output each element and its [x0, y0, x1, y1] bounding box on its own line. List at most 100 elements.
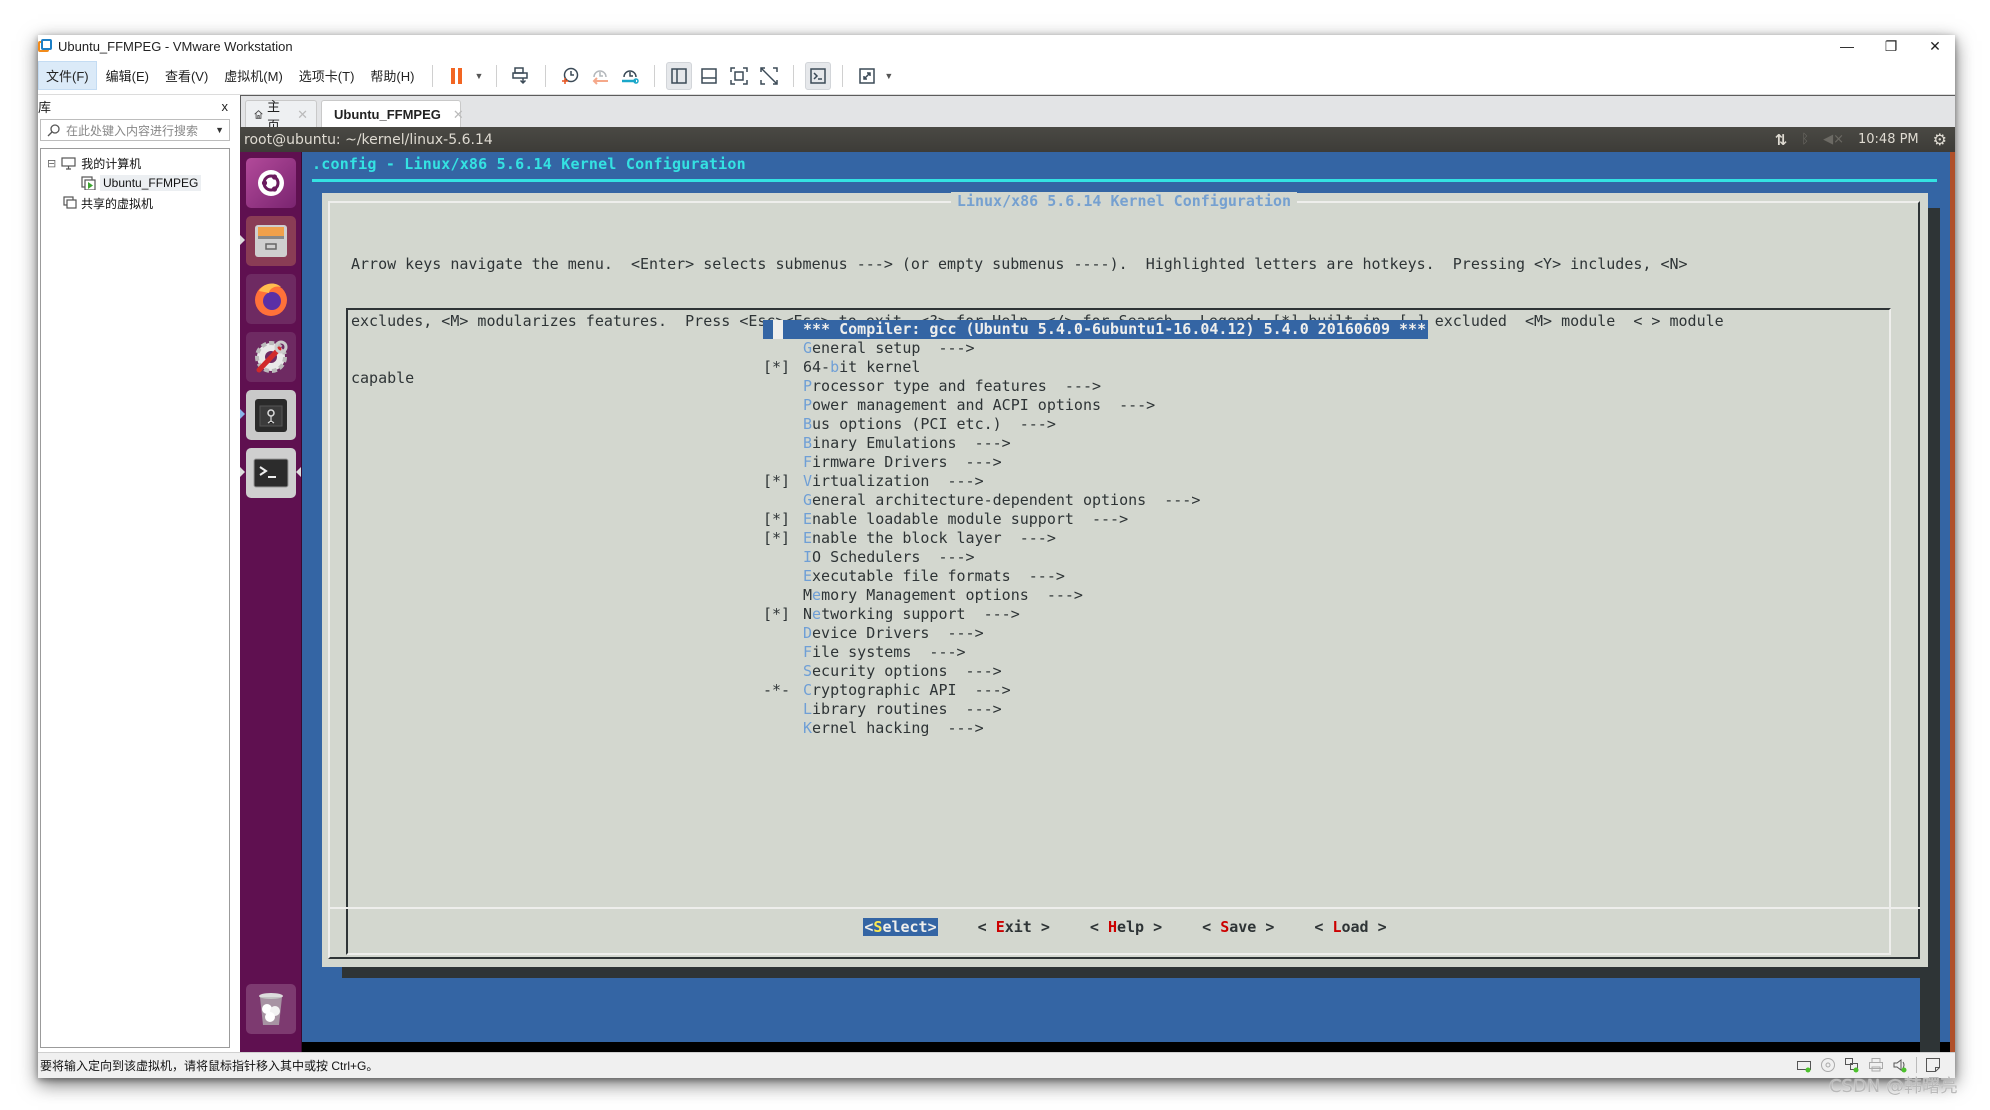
menu-item[interactable]: [*] Enable loadable module support ---> — [763, 510, 1428, 529]
hard-disk-icon[interactable] — [1796, 1057, 1812, 1073]
restore-button[interactable]: ❐ — [1871, 35, 1911, 57]
tab-close-icon[interactable]: ✕ — [453, 107, 464, 123]
tree-item-my-computer[interactable]: ⊟ 我的计算机 — [41, 153, 229, 173]
menu-item[interactable]: *** Compiler: gcc (Ubuntu 5.4.0-6ubuntu1… — [763, 320, 1429, 339]
button-save[interactable]: < Save > — [1202, 918, 1274, 936]
menu-vm[interactable]: 虚拟机(M) — [217, 62, 290, 89]
menu-edit[interactable]: 编辑(E) — [99, 62, 156, 89]
menu-tabs[interactable]: 选项卡(T) — [292, 62, 362, 89]
files-icon[interactable] — [246, 216, 296, 266]
tree-item-ubuntu-ffmpeg[interactable]: Ubuntu_FFMPEG — [41, 173, 229, 193]
hotkey-letter: P — [803, 377, 813, 395]
search-dropdown-icon[interactable]: ▼ — [215, 125, 224, 135]
library-close-button[interactable]: x — [222, 99, 229, 114]
item-label: Power management and ACPI options ---> — [803, 396, 1156, 414]
menu-item[interactable]: General setup ---> — [763, 339, 1428, 358]
menu-item[interactable]: Security options ---> — [763, 662, 1428, 681]
item-label: General architecture-dependent options -… — [803, 491, 1201, 509]
library-search-input[interactable]: 在此处键入内容进行搜索 ▼ — [40, 119, 230, 141]
menu-help[interactable]: 帮助(H) — [363, 62, 421, 89]
running-indicator — [240, 235, 245, 245]
menu-item[interactable]: [*] Networking support ---> — [763, 605, 1428, 624]
menu-item[interactable]: Power management and ACPI options ---> — [763, 396, 1428, 415]
send-ctrl-alt-del-button[interactable] — [508, 62, 534, 90]
menu-item[interactable]: Memory Management options ---> — [763, 586, 1428, 605]
toolbar-divider — [545, 64, 547, 87]
terminal-window[interactable]: .config - Linux/x86 5.6.14 Kernel Config… — [302, 152, 1955, 1058]
bluetooth-icon[interactable]: ᛒ — [1801, 132, 1809, 147]
power-settings-icon[interactable]: ⚙ — [1933, 130, 1947, 149]
vmware-tools-icon[interactable] — [246, 390, 296, 440]
menu-item[interactable]: Kernel hacking ---> — [763, 719, 1428, 738]
show-library-button[interactable] — [666, 61, 693, 90]
tab-close-icon[interactable]: ✕ — [297, 107, 308, 123]
button-select[interactable]: <Select> — [863, 918, 938, 936]
message-log-icon[interactable] — [1925, 1057, 1941, 1073]
button-load[interactable]: < Load > — [1314, 918, 1386, 936]
menu-file[interactable]: 文件(F) — [38, 61, 97, 90]
tree-item-shared-vms[interactable]: 共享的虚拟机 — [41, 193, 229, 213]
printer-icon[interactable] — [1868, 1057, 1884, 1073]
help-line: Arrow keys navigate the menu. <Enter> se… — [351, 255, 1688, 273]
full-screen-button[interactable] — [726, 62, 752, 90]
network-adapter-icon[interactable] — [1844, 1057, 1860, 1073]
unity-button[interactable] — [756, 62, 782, 90]
tree-label: Ubuntu_FFMPEG — [100, 175, 202, 191]
menu-list-box: *** Compiler: gcc (Ubuntu 5.4.0-6ubuntu1… — [346, 308, 1891, 955]
hotkey-letter: E — [803, 567, 813, 585]
item-state: -*- — [763, 681, 791, 699]
vm-running-icon — [81, 176, 96, 190]
ubuntu-top-panel: root@ubuntu: ~/kernel/linux-5.6.14 ⇅ ᛒ ◀… — [240, 127, 1955, 152]
menu-item[interactable]: Binary Emulations ---> — [763, 434, 1428, 453]
tab-ubuntu-ffmpeg[interactable]: Ubuntu_FFMPEG ✕ — [321, 100, 464, 128]
take-snapshot-button[interactable] — [557, 62, 583, 90]
terminal-icon[interactable] — [246, 448, 296, 498]
firefox-icon[interactable] — [246, 274, 296, 324]
close-button[interactable]: ✕ — [1915, 35, 1955, 57]
menu-item[interactable]: [*] 64-bit kernel — [763, 358, 1428, 377]
library-tree: ⊟ 我的计算机 Ubuntu_FFMPEG 共享的虚拟机 — [40, 148, 230, 1048]
clock[interactable]: 10:48 PM — [1858, 132, 1919, 147]
title-bar: Ubuntu_FFMPEG - VMware Workstation — ❐ ✕ — [38, 35, 1955, 57]
hotkey-letter: E — [803, 510, 813, 528]
console-view-icon — [810, 67, 827, 84]
menu-item[interactable]: IO Schedulers ---> — [763, 548, 1428, 567]
running-indicator — [240, 467, 245, 477]
item-label: Processor type and features ---> — [803, 377, 1102, 395]
menu-item[interactable]: File systems ---> — [763, 643, 1428, 662]
stretch-guest-button[interactable] — [854, 62, 880, 90]
trash-icon[interactable] — [246, 984, 296, 1034]
menu-view[interactable]: 查看(V) — [158, 62, 215, 89]
stretch-dropdown-icon[interactable]: ▼ — [884, 71, 893, 81]
collapse-icon[interactable]: ⊟ — [47, 157, 56, 170]
cd-rom-icon[interactable] — [1820, 1057, 1836, 1073]
ubuntu-dash-icon[interactable] — [246, 158, 296, 208]
button-exit[interactable]: < Exit > — [978, 918, 1050, 936]
menu-item[interactable]: [*] Virtualization ---> — [763, 472, 1428, 491]
menu-item[interactable]: -*- Cryptographic API ---> — [763, 681, 1428, 700]
sound-icon[interactable] — [1892, 1057, 1908, 1073]
button-help[interactable]: < Help > — [1090, 918, 1162, 936]
minimize-button[interactable]: — — [1827, 35, 1867, 57]
menu-item[interactable]: Firmware Drivers ---> — [763, 453, 1428, 472]
volume-muted-icon[interactable]: ◀× — [1823, 132, 1844, 147]
menu-item[interactable]: Executable file formats ---> — [763, 567, 1428, 586]
menu-item[interactable]: General architecture-dependent options -… — [763, 491, 1428, 510]
snapshot-take-icon — [562, 67, 579, 84]
menu-item[interactable]: Bus options (PCI etc.) ---> — [763, 415, 1428, 434]
system-settings-icon[interactable] — [246, 332, 296, 382]
menu-item[interactable]: [*] Enable the block layer ---> — [763, 529, 1428, 548]
tab-home[interactable]: 主页 ✕ — [245, 99, 317, 133]
thumbnail-bar-button[interactable] — [696, 62, 722, 90]
menu-item[interactable]: Library routines ---> — [763, 700, 1428, 719]
menu-item[interactable]: Device Drivers ---> — [763, 624, 1428, 643]
snapshot-manager-button[interactable] — [617, 62, 643, 90]
revert-snapshot-button[interactable] — [587, 62, 613, 90]
network-icon[interactable]: ⇅ — [1775, 131, 1788, 149]
menu-item[interactable]: Processor type and features ---> — [763, 377, 1428, 396]
vm-display[interactable]: root@ubuntu: ~/kernel/linux-5.6.14 ⇅ ᛒ ◀… — [240, 127, 1955, 1058]
pause-dropdown-icon[interactable]: ▼ — [474, 71, 483, 81]
pause-button[interactable] — [444, 62, 470, 90]
indicator-area: ⇅ ᛒ ◀× 10:48 PM ⚙ — [1775, 127, 1947, 152]
console-view-button[interactable] — [805, 61, 832, 90]
